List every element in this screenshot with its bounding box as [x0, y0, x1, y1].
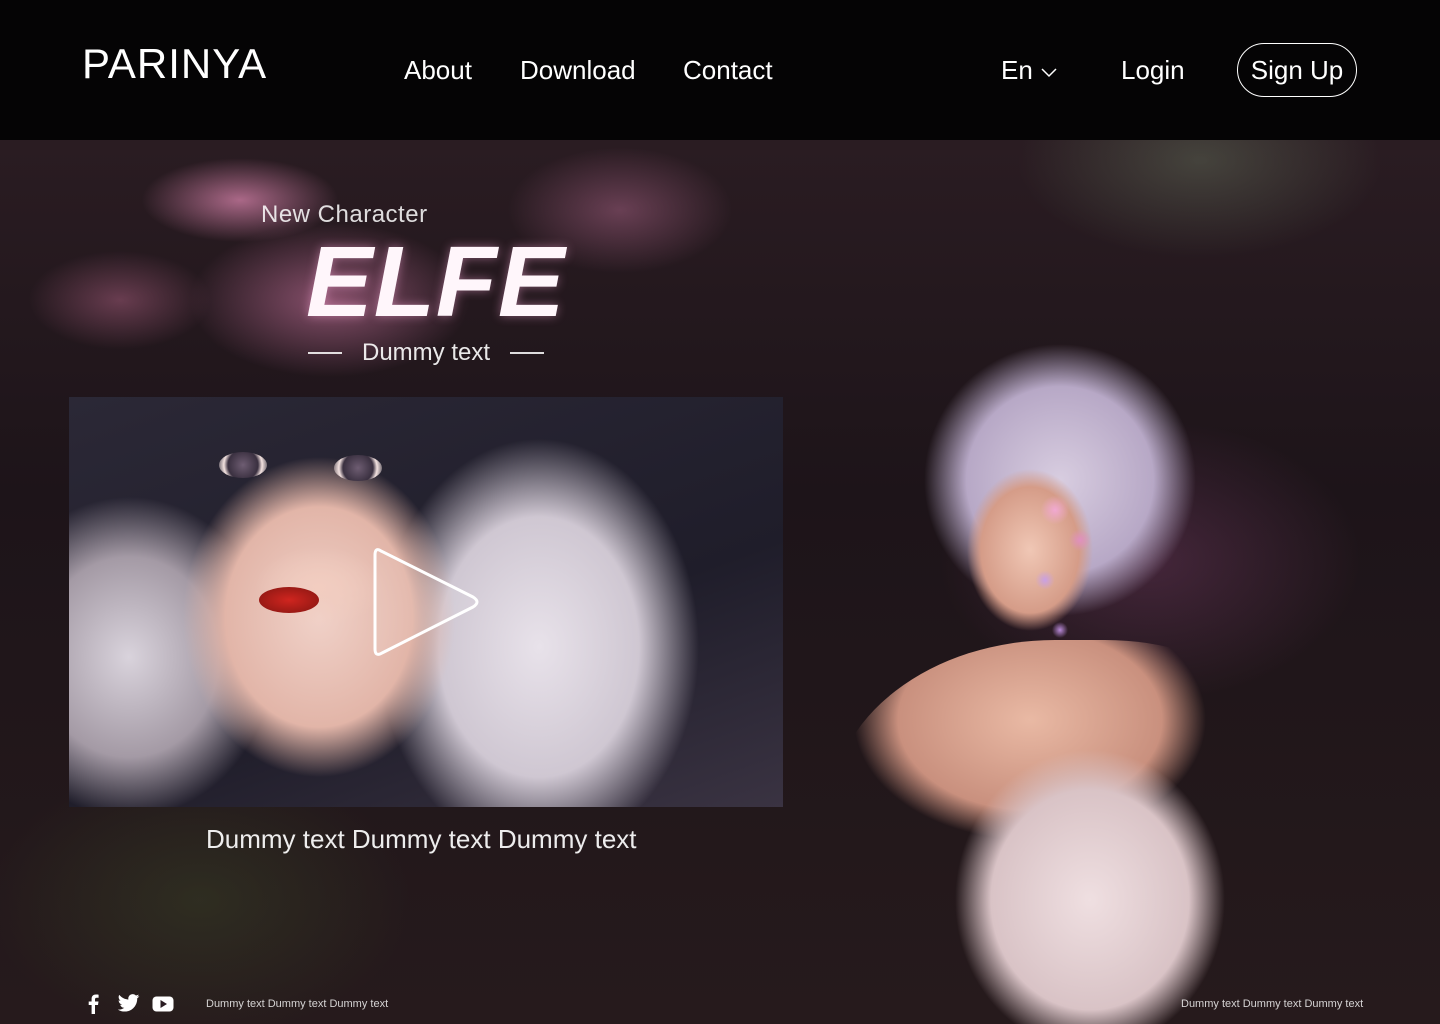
character-hair-flowers [1010, 470, 1100, 650]
character-photo-body [830, 640, 1330, 1024]
video-art-eye-left [219, 452, 267, 478]
hero-caption: Dummy text Dummy text Dummy text [206, 824, 637, 854]
facebook-icon[interactable] [86, 994, 100, 1014]
video-art-lips [259, 587, 319, 613]
hero-eyebrow: New Character [261, 201, 428, 228]
hero-subtitle-row: Dummy text [308, 338, 544, 368]
login-link[interactable]: Login [1121, 55, 1185, 86]
character-video[interactable] [69, 397, 783, 807]
subtitle-right-rule [509, 352, 544, 354]
nav-about-link[interactable]: About [404, 55, 472, 86]
nav-contact-link[interactable]: Contact [683, 55, 773, 86]
hero-subtitle: Dummy text [361, 339, 490, 366]
video-art-eye-right [334, 455, 382, 481]
language-label: En [1001, 55, 1033, 85]
play-icon[interactable] [369, 543, 489, 661]
subtitle-left-rule [308, 352, 342, 354]
footer-left-text: Dummy text Dummy text Dummy text [206, 998, 389, 1010]
chevron-down-icon [1041, 67, 1057, 77]
landing-page: PARINYA About Download Contact En Login … [0, 0, 1440, 1024]
youtube-icon[interactable] [152, 996, 174, 1012]
signup-button[interactable]: Sign Up [1237, 43, 1357, 97]
site-logo[interactable]: PARINYA [82, 40, 267, 88]
footer-right-text: Dummy text Dummy text Dummy text [1181, 998, 1364, 1010]
nav-download-link[interactable]: Download [520, 55, 636, 86]
twitter-icon[interactable] [118, 994, 140, 1012]
language-selector[interactable]: En [1001, 55, 1057, 86]
top-header: PARINYA About Download Contact En Login … [0, 0, 1440, 140]
hero-title: ELFE [306, 226, 566, 338]
